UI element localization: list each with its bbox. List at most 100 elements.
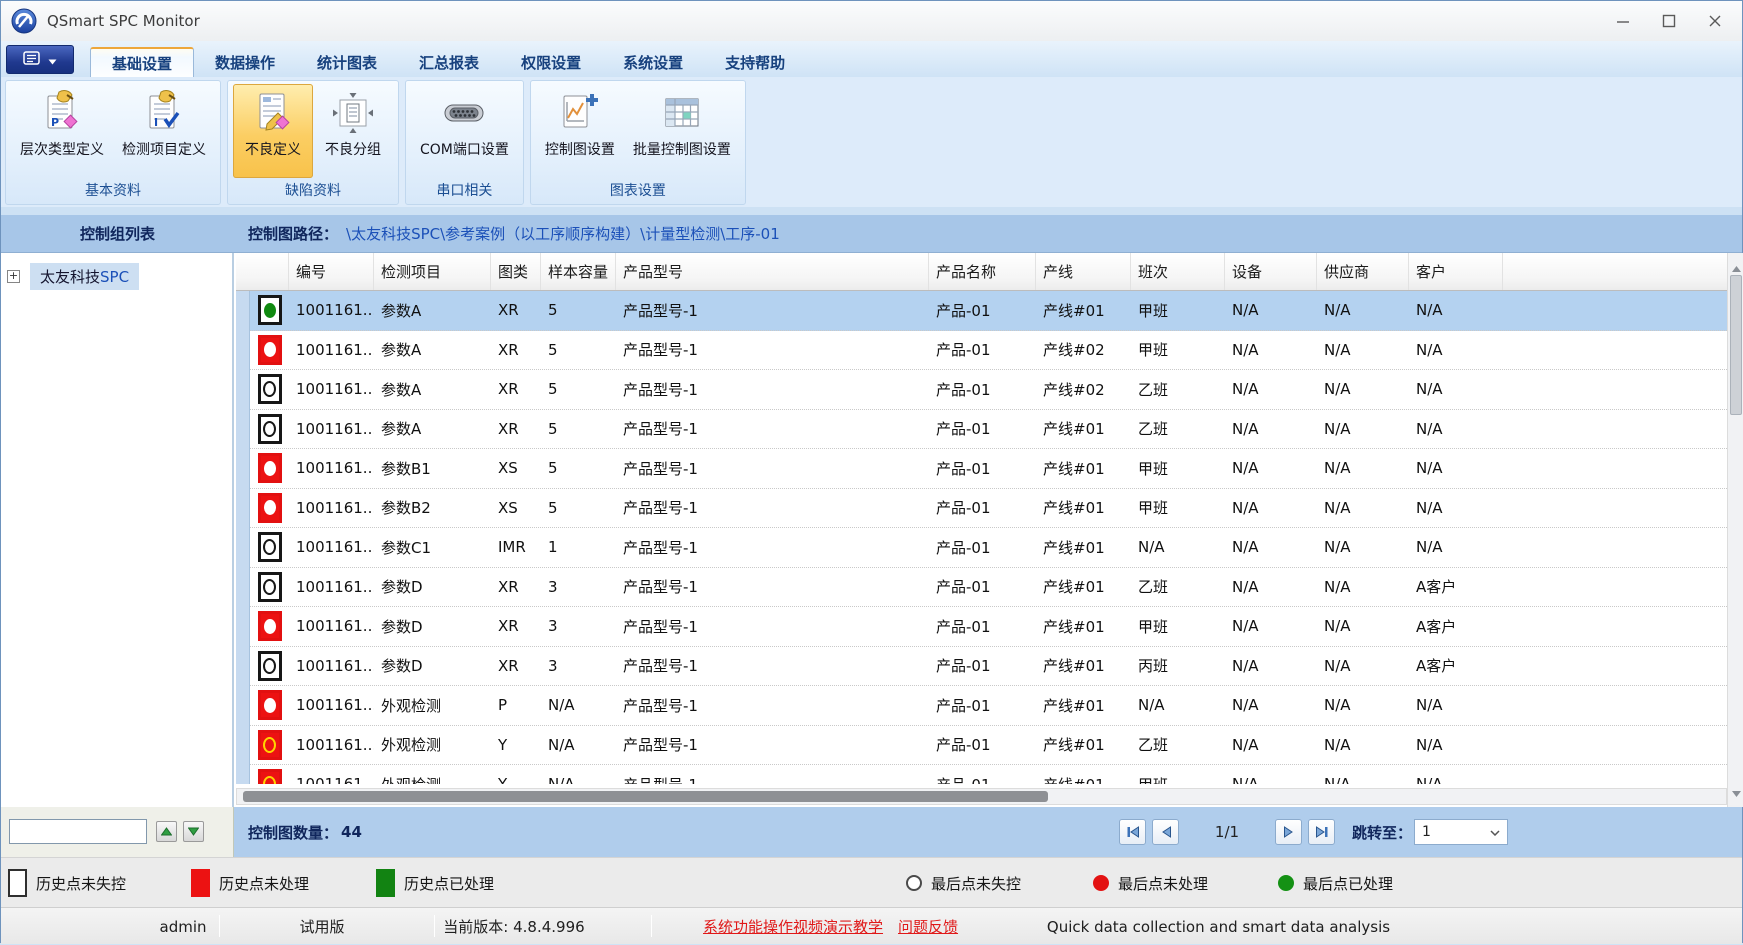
column-header[interactable]: 班次	[1131, 253, 1225, 290]
table-cell: N/A	[1225, 736, 1317, 754]
window-title: QSmart SPC Monitor	[47, 12, 200, 30]
table-cell: 甲班	[1131, 339, 1225, 360]
tree-search-input[interactable]	[9, 819, 147, 844]
ribbon-group-label: 基本资料	[6, 178, 220, 204]
table-row[interactable]: 1001161...外观检测YN/A产品型号-1产品-01产线#01乙班N/AN…	[236, 726, 1727, 766]
table-row[interactable]: 1001161...参数B2XS5产品型号-1产品-01产线#01甲班N/AN/…	[236, 489, 1727, 529]
column-header[interactable]: 供应商	[1317, 253, 1409, 290]
table-cell: 甲班	[1131, 774, 1225, 784]
table-cell: 产品-01	[929, 458, 1036, 479]
menu-tab-6[interactable]: 系统设置	[602, 47, 704, 77]
table-cell: N/A	[1317, 301, 1409, 319]
table-cell: 产品型号-1	[616, 576, 929, 597]
vertical-scrollbar[interactable]	[1727, 253, 1743, 807]
menu-tab-3[interactable]: 统计图表	[296, 47, 398, 77]
tree-item-root[interactable]: + 太友科技SPC	[7, 263, 232, 290]
column-header[interactable]: 产线	[1036, 253, 1131, 290]
column-header-status[interactable]	[250, 253, 289, 290]
menu-tab-2[interactable]: 数据操作	[194, 47, 296, 77]
status-dot	[263, 421, 276, 437]
table-row[interactable]: 1001161...参数AXR5产品型号-1产品-01产线#01甲班N/AN/A…	[236, 291, 1727, 331]
column-header[interactable]: 设备	[1225, 253, 1317, 290]
first-page-button[interactable]	[1119, 819, 1146, 845]
vertical-scroll-thumb[interactable]	[1730, 275, 1742, 415]
ribbon-group-label: 图表设置	[531, 178, 745, 204]
table-row[interactable]: 1001161...外观检测PN/A产品型号-1产品-01产线#01N/AN/A…	[236, 686, 1727, 726]
table-cell: 1	[541, 538, 616, 556]
last-page-button[interactable]	[1308, 819, 1335, 845]
column-header[interactable]: 产品名称	[929, 253, 1036, 290]
menu-tab-5[interactable]: 权限设置	[500, 47, 602, 77]
table-cell: 产品-01	[929, 537, 1036, 558]
minimize-button[interactable]	[1600, 1, 1646, 41]
ribbon-button[interactable]: P层次类型定义	[11, 84, 113, 178]
table-cell: 乙班	[1131, 418, 1225, 439]
table-cell: N/A	[1409, 499, 1503, 517]
column-header[interactable]: 客户	[1409, 253, 1503, 290]
table-row[interactable]: 1001161...参数B1XS5产品型号-1产品-01产线#01甲班N/AN/…	[236, 449, 1727, 489]
maximize-button[interactable]	[1646, 1, 1692, 41]
next-page-button[interactable]	[1275, 819, 1302, 845]
feedback-link[interactable]: 问题反馈	[898, 908, 958, 945]
table-row[interactable]: 1001161...参数DXR3产品型号-1产品-01产线#01乙班N/AN/A…	[236, 568, 1727, 608]
table-row[interactable]: 1001161...参数AXR5产品型号-1产品-01产线#02乙班N/AN/A…	[236, 370, 1727, 410]
chart-plus-icon	[557, 88, 603, 138]
ribbon-button[interactable]: 不良分组	[313, 84, 393, 178]
ribbon-button[interactable]: I检测项目定义	[113, 84, 215, 178]
table-row[interactable]: 1001161...参数DXR3产品型号-1产品-01产线#01甲班N/AN/A…	[236, 607, 1727, 647]
legend-item: 最后点已处理	[1278, 858, 1393, 908]
table-cell: N/A	[1225, 657, 1317, 675]
table-cell: 产品-01	[929, 734, 1036, 755]
table-cell: 产品型号-1	[616, 418, 929, 439]
column-header[interactable]: 图类	[491, 253, 541, 290]
search-down-button[interactable]	[183, 821, 204, 842]
jump-page-select[interactable]: 1	[1414, 819, 1508, 845]
table-cell: N/A	[1317, 341, 1409, 359]
column-header[interactable]: 检测项目	[374, 253, 491, 290]
table-row[interactable]: 1001161...参数DXR3产品型号-1产品-01产线#01丙班N/AN/A…	[236, 647, 1727, 687]
close-button[interactable]	[1692, 1, 1738, 41]
table-cell: 产线#02	[1036, 379, 1131, 400]
tree-expander-icon[interactable]: +	[7, 270, 20, 283]
main-menu-button[interactable]	[6, 45, 74, 74]
tree-root-en: SPC	[100, 268, 129, 286]
legend-item: 历史点未处理	[191, 858, 309, 908]
table-row[interactable]: 1001161...参数AXR5产品型号-1产品-01产线#01乙班N/AN/A…	[236, 410, 1727, 450]
menu-tab-4[interactable]: 汇总报表	[398, 47, 500, 77]
ribbon-button[interactable]: COM端口设置	[411, 84, 518, 178]
ribbon-button[interactable]: 批量控制图设置	[624, 84, 740, 178]
table-row[interactable]: 1001161...参数AXR5产品型号-1产品-01产线#02甲班N/AN/A…	[236, 331, 1727, 371]
table-cell: IMR	[491, 538, 541, 556]
video-tutorial-link[interactable]: 系统功能操作视频演示教学	[703, 908, 883, 945]
status-cell	[250, 453, 289, 483]
ribbon-button-label: 控制图设置	[545, 139, 615, 159]
ribbon-button[interactable]: 不良定义	[233, 84, 313, 178]
ribbon-button-label: 不良分组	[325, 139, 381, 159]
title-bar: QSmart SPC Monitor	[1, 1, 1742, 41]
status-icon-white-box-ring	[258, 572, 282, 602]
column-header[interactable]: 产品型号	[616, 253, 929, 290]
app-window: QSmart SPC Monitor 基础设置数据操作统计图表汇总报表权限设置系…	[0, 0, 1743, 943]
status-icon-white-box-green-dot	[258, 295, 282, 325]
menu-tab-7[interactable]: 支持帮助	[704, 47, 806, 77]
column-header[interactable]: 样本容量	[541, 253, 616, 290]
ribbon-toolbar: P层次类型定义I检测项目定义基本资料不良定义不良分组缺陷资料COM端口设置串口相…	[1, 77, 1742, 207]
status-cell	[250, 493, 289, 523]
table-row[interactable]: 1001161...参数C1IMR1产品型号-1产品-01产线#01N/AN/A…	[236, 528, 1727, 568]
status-cell	[250, 414, 289, 444]
legend-label: 最后点已处理	[1303, 873, 1393, 894]
jump-to-label: 跳转至：	[1352, 807, 1412, 857]
table-row[interactable]: 1001161...外观检测YN/A产品型号-1产品-01产线#01甲班N/AN…	[236, 765, 1727, 784]
table-cell: N/A	[1409, 538, 1503, 556]
tree-root-label[interactable]: 太友科技SPC	[30, 263, 139, 290]
prev-page-button[interactable]	[1152, 819, 1179, 845]
horizontal-scroll-thumb[interactable]	[243, 791, 1048, 802]
menu-tab-1[interactable]: 基础设置	[90, 47, 194, 77]
column-header[interactable]: 编号	[289, 253, 374, 290]
status-separator	[219, 915, 220, 937]
horizontal-scrollbar[interactable]	[236, 788, 1727, 805]
scroll-down-icon[interactable]	[1731, 783, 1742, 802]
ribbon-button[interactable]: 控制图设置	[536, 84, 624, 178]
search-up-button[interactable]	[156, 821, 177, 842]
table-cell: 产品型号-1	[616, 734, 929, 755]
